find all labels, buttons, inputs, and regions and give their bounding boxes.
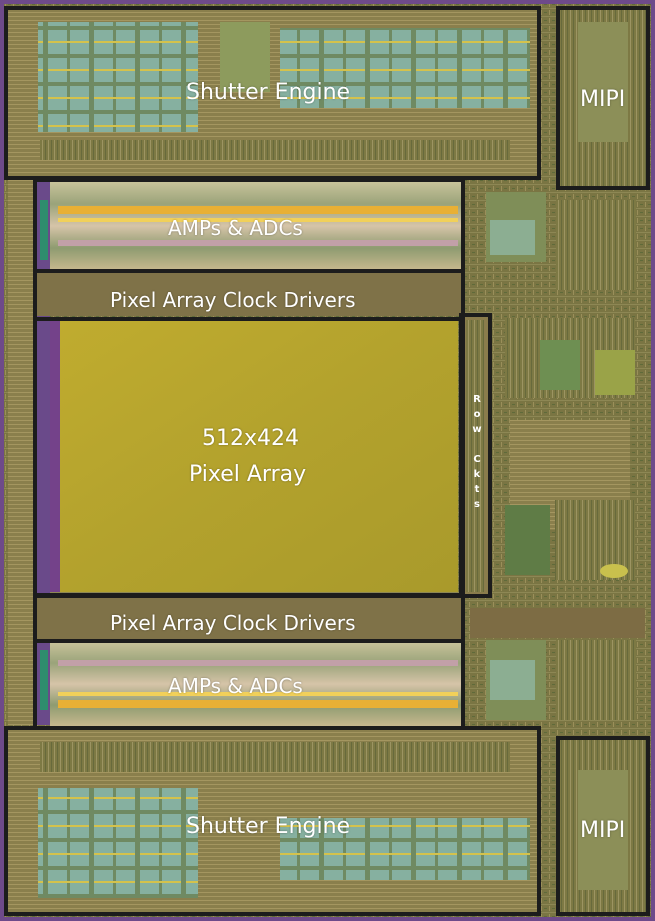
pixel-array-label: Pixel Array xyxy=(189,462,307,487)
mipi-top-label: MIPI xyxy=(580,87,626,112)
clock-drivers-top-label: Pixel Array Clock Drivers xyxy=(110,288,356,312)
row-ckts-label: R o w C k t s xyxy=(472,394,482,510)
left-pad-strip xyxy=(8,180,34,725)
mipi-bottom-label: MIPI xyxy=(580,818,626,843)
pixel-array-outline xyxy=(33,317,465,597)
amps-adcs-top-label: AMPs & ADCs xyxy=(168,216,303,240)
pixel-array-size-label: 512x424 xyxy=(202,426,300,451)
shutter-engine-bottom-label: Shutter Engine xyxy=(186,814,351,839)
clock-drivers-bottom-label: Pixel Array Clock Drivers xyxy=(110,611,356,635)
shutter-engine-top-label: Shutter Engine xyxy=(186,80,351,105)
amps-adcs-bottom-label: AMPs & ADCs xyxy=(168,674,303,698)
